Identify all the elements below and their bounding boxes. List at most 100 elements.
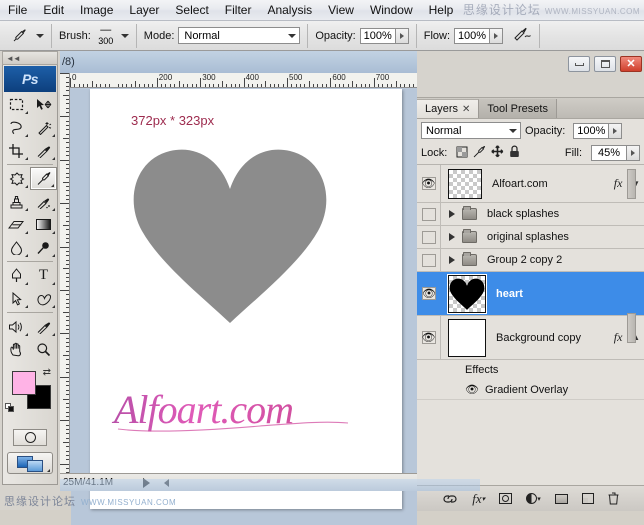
- swap-colors-icon[interactable]: ⇄: [43, 367, 51, 378]
- eye-icon[interactable]: 👁: [465, 383, 479, 396]
- new-fill-adjustment-layer-icon[interactable]: ▾: [526, 493, 541, 504]
- layer-opacity-group[interactable]: 100%: [573, 123, 622, 139]
- airbrush-icon[interactable]: [513, 26, 531, 45]
- table-row[interactable]: 👁 Background copy fx ▲: [417, 316, 644, 360]
- brush-icon[interactable]: [6, 25, 32, 47]
- menu-item-file[interactable]: File: [0, 1, 35, 19]
- eye-icon-hidden[interactable]: [422, 254, 436, 267]
- brush-size-preview[interactable]: — 300: [95, 25, 117, 46]
- menu-item-window[interactable]: Window: [362, 1, 421, 19]
- eraser-tool[interactable]: [3, 213, 30, 236]
- layer-visibility-cell[interactable]: 👁: [417, 272, 441, 315]
- lock-transparent-pixels-icon[interactable]: [456, 146, 468, 161]
- group-expand-triangle-icon[interactable]: [449, 233, 455, 241]
- dodge-tool[interactable]: [30, 236, 57, 259]
- path-selection-tool[interactable]: [3, 287, 30, 310]
- close-button[interactable]: ✕: [620, 56, 642, 72]
- table-row[interactable]: original splashes: [417, 226, 644, 249]
- eye-icon[interactable]: 👁: [422, 177, 436, 190]
- healing-brush-tool[interactable]: [3, 167, 30, 190]
- minimize-button[interactable]: [568, 56, 590, 72]
- layer-visibility-cell[interactable]: [417, 226, 441, 248]
- quick-mask-icon[interactable]: [13, 429, 47, 446]
- table-row[interactable]: black splashes: [417, 203, 644, 226]
- rectangular-marquee-tool[interactable]: [3, 93, 30, 116]
- notes-tool[interactable]: [3, 315, 30, 338]
- opacity-slider-arrow-icon[interactable]: [396, 28, 409, 44]
- table-row[interactable]: 👁 Alfoart.com fx ▼: [417, 165, 644, 203]
- layer-scrollbar-lower[interactable]: [627, 313, 636, 343]
- zoom-tool[interactable]: [30, 338, 57, 361]
- layer-thumbnail[interactable]: [448, 275, 486, 313]
- new-layer-icon[interactable]: [582, 493, 594, 504]
- screen-mode-icon[interactable]: [7, 452, 53, 474]
- custom-shape-tool[interactable]: [30, 287, 57, 310]
- toolbox-collapse-handle[interactable]: ◄◄: [2, 51, 58, 65]
- opacity-field-group[interactable]: 100%: [360, 28, 409, 44]
- brush-chevron-down-icon[interactable]: [121, 34, 129, 38]
- eye-icon[interactable]: 👁: [422, 287, 436, 300]
- layer-scrollbar-upper[interactable]: [627, 169, 636, 199]
- blur-tool[interactable]: [3, 236, 30, 259]
- menu-item-filter[interactable]: Filter: [217, 1, 260, 19]
- pen-tool[interactable]: [3, 264, 30, 287]
- crop-tool[interactable]: [3, 139, 30, 162]
- flow-input[interactable]: 100%: [454, 28, 490, 44]
- eye-icon-hidden[interactable]: [422, 231, 436, 244]
- list-item[interactable]: 👁 Gradient Overlay: [417, 380, 644, 400]
- group-expand-triangle-icon[interactable]: [449, 210, 455, 218]
- menu-item-select[interactable]: Select: [167, 1, 216, 19]
- add-layer-style-icon[interactable]: fx▾: [472, 491, 485, 507]
- table-row[interactable]: 👁 heart: [417, 272, 644, 316]
- foreground-color-swatch[interactable]: [12, 371, 36, 395]
- eyedropper-tool[interactable]: [30, 139, 57, 162]
- type-tool[interactable]: T: [30, 264, 57, 287]
- layer-thumbnail[interactable]: [448, 319, 486, 357]
- brush-preset-chevron-down-icon[interactable]: [36, 34, 44, 38]
- table-row[interactable]: Group 2 copy 2: [417, 249, 644, 272]
- lock-image-pixels-icon[interactable]: [473, 146, 486, 161]
- move-tool[interactable]: [30, 93, 57, 116]
- eye-icon[interactable]: 👁: [422, 331, 436, 344]
- history-brush-tool[interactable]: [30, 190, 57, 213]
- hand-tool[interactable]: [3, 338, 30, 361]
- panel-resize-corner[interactable]: [626, 149, 644, 165]
- maximize-button[interactable]: [594, 56, 616, 72]
- layer-visibility-cell[interactable]: 👁: [417, 165, 441, 202]
- close-icon[interactable]: ✕: [462, 104, 470, 115]
- canvas-area[interactable]: 372px * 323px Alfoart.com: [71, 89, 417, 525]
- clone-stamp-tool[interactable]: [3, 190, 30, 213]
- menu-item-edit[interactable]: Edit: [35, 1, 72, 19]
- add-layer-mask-icon[interactable]: [499, 493, 512, 504]
- magic-wand-tool[interactable]: [30, 116, 57, 139]
- new-group-icon[interactable]: [555, 494, 568, 504]
- layer-visibility-cell[interactable]: 👁: [417, 316, 441, 359]
- link-layers-icon[interactable]: [442, 494, 458, 504]
- default-colors-icon[interactable]: [5, 403, 15, 413]
- menu-item-view[interactable]: View: [320, 1, 362, 19]
- blend-mode-select[interactable]: Normal: [178, 27, 300, 44]
- layer-thumbnail[interactable]: [448, 169, 482, 199]
- opacity-input[interactable]: 100%: [360, 28, 396, 44]
- menu-item-help[interactable]: Help: [421, 1, 462, 19]
- brush-tool[interactable]: [30, 167, 57, 190]
- tab-tool-presets[interactable]: Tool Presets: [479, 99, 557, 118]
- group-expand-triangle-icon[interactable]: [449, 256, 455, 264]
- layer-opacity-slider-arrow-icon[interactable]: [609, 123, 622, 139]
- document-canvas[interactable]: 372px * 323px Alfoart.com: [90, 89, 402, 509]
- gradient-tool[interactable]: [30, 213, 57, 236]
- lock-position-icon[interactable]: [491, 145, 504, 161]
- layer-blend-mode-select[interactable]: Normal: [421, 122, 521, 139]
- tab-layers[interactable]: Layers ✕: [417, 99, 479, 118]
- layer-visibility-cell[interactable]: [417, 203, 441, 225]
- eyedropper-sampler-tool[interactable]: [30, 315, 57, 338]
- lasso-tool[interactable]: [3, 116, 30, 139]
- layer-list[interactable]: 👁 Alfoart.com fx ▼ black splashes: [417, 165, 644, 478]
- eye-icon-hidden[interactable]: [422, 208, 436, 221]
- flow-slider-arrow-icon[interactable]: [490, 28, 503, 44]
- flow-field-group[interactable]: 100%: [454, 28, 503, 44]
- menu-item-layer[interactable]: Layer: [121, 1, 167, 19]
- delete-layer-icon[interactable]: [608, 492, 619, 505]
- menu-item-image[interactable]: Image: [72, 1, 121, 19]
- layer-opacity-input[interactable]: 100%: [573, 123, 609, 139]
